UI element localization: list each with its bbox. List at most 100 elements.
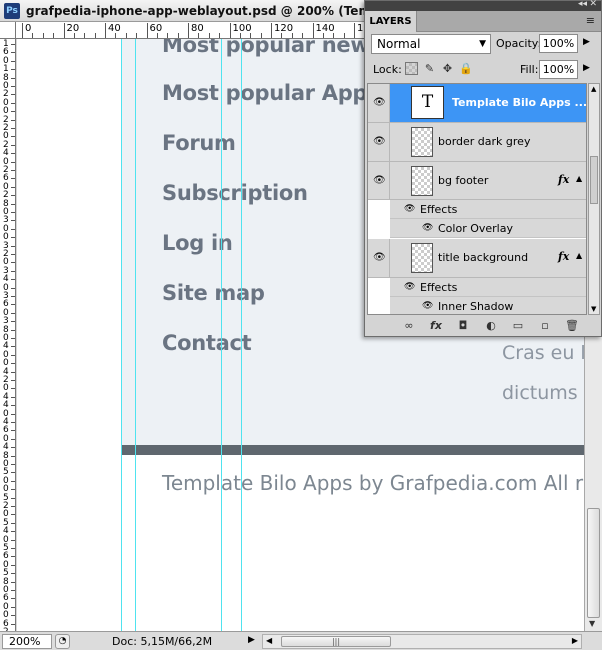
zoom-preview-icon[interactable]: ◔: [55, 634, 70, 649]
layer-effects-icon[interactable]: fx: [558, 250, 569, 263]
eye-icon[interactable]: 👁: [373, 136, 386, 147]
ruler-minor-tick: [11, 472, 15, 474]
layers-scroll-thumb[interactable]: [590, 156, 598, 204]
ruler-minor-tick: [11, 564, 15, 566]
status-menu-arrow-icon[interactable]: ▶: [248, 635, 255, 645]
zoom-level-field[interactable]: 200%: [2, 634, 52, 649]
ruler-minor-tick: [11, 270, 15, 272]
ruler-major-tick: [22, 23, 23, 38]
ruler-minor-tick: [11, 212, 15, 213]
layers-scrollbar[interactable]: ▲ ▼: [588, 83, 600, 315]
layer-row-title-background[interactable]: 👁 title background fx ▲: [368, 239, 586, 278]
fill-input[interactable]: 100%: [539, 60, 578, 79]
scroll-up-arrow-icon[interactable]: ▲: [591, 85, 596, 93]
fill-slider-arrow-icon[interactable]: ▶: [583, 63, 590, 73]
ruler-minor-tick: [11, 396, 15, 398]
new-adjustment-layer-icon[interactable]: ◐: [483, 319, 499, 333]
chevron-up-icon[interactable]: ▲: [576, 251, 582, 260]
ruler-major-tick: [312, 23, 314, 38]
ruler-major-tick: [229, 23, 231, 38]
eye-icon[interactable]: 👁: [373, 97, 386, 108]
scroll-left-arrow-icon[interactable]: ◀: [266, 636, 272, 645]
guide-line[interactable]: [221, 39, 222, 631]
layers-list[interactable]: 👁 T Template Bilo Apps ... 👁 border dark…: [367, 83, 587, 315]
effect-name: Inner Shadow: [438, 300, 514, 313]
ruler-minor-tick: [11, 363, 15, 365]
ruler-minor-tick: [11, 170, 15, 171]
eye-icon[interactable]: 👁: [422, 301, 433, 311]
guide-line[interactable]: [121, 39, 122, 631]
lock-position-icon[interactable]: ✥: [441, 62, 454, 75]
layers-panel: ◂◂ ✕ LAYERS ≡ Normal ▼ Opacity: 100% ▶ L…: [364, 0, 602, 337]
ruler-minor-tick: [11, 195, 15, 197]
lock-image-pixels-icon[interactable]: ✎: [423, 62, 436, 75]
ruler-minor-tick: [11, 69, 15, 71]
opacity-input[interactable]: 100%: [539, 34, 578, 53]
ruler-label: 140: [315, 23, 335, 34]
effect-row-inner-shadow[interactable]: 👁 Inner Shadow: [390, 297, 586, 314]
close-panel-icon[interactable]: ✕: [589, 0, 597, 9]
eye-icon[interactable]: 👁: [373, 175, 386, 186]
ruler-minor-tick: [11, 153, 15, 155]
collapse-panel-icon[interactable]: ◂◂: [578, 0, 587, 9]
scroll-down-arrow-icon[interactable]: ▼: [591, 305, 596, 313]
blend-mode-select[interactable]: Normal ▼: [371, 34, 491, 54]
layer-row-bg-footer[interactable]: 👁 bg footer fx ▲: [368, 162, 586, 200]
scroll-down-arrow-icon[interactable]: ▼: [589, 619, 595, 628]
guide-line[interactable]: [241, 39, 242, 631]
layer-effects-icon[interactable]: fx: [558, 173, 569, 186]
layer-row-template-bilo-apps[interactable]: 👁 T Template Bilo Apps ...: [368, 84, 586, 123]
ruler-corner[interactable]: [0, 22, 16, 39]
new-group-icon[interactable]: ▭: [510, 319, 526, 333]
ruler-minor-tick: [11, 136, 15, 138]
layer-name[interactable]: bg footer: [438, 174, 488, 187]
ruler-minor-tick: [11, 44, 15, 45]
document-size-info[interactable]: Doc: 5,15M/66,2M: [112, 635, 212, 648]
ruler-minor-tick: [11, 304, 15, 306]
vertical-scroll-thumb[interactable]: [587, 508, 600, 618]
lock-label: Lock:: [373, 63, 402, 76]
new-layer-icon[interactable]: ▫: [537, 319, 553, 333]
chevron-up-icon[interactable]: ▲: [576, 174, 582, 183]
eye-icon[interactable]: 👁: [373, 252, 386, 263]
layer-name[interactable]: title background: [438, 251, 528, 264]
ruler-label: 40: [108, 23, 121, 34]
effects-row[interactable]: 👁 Effects: [390, 278, 586, 297]
add-mask-icon[interactable]: ◘: [455, 319, 471, 333]
lock-all-icon[interactable]: 🔒: [459, 62, 473, 75]
visibility-cell: 👁: [368, 239, 390, 277]
tab-layers[interactable]: LAYERS: [365, 11, 417, 32]
delete-layer-icon[interactable]: 🗑: [564, 319, 580, 333]
opacity-slider-arrow-icon[interactable]: ▶: [583, 37, 590, 47]
link-layers-icon[interactable]: ∞: [401, 319, 417, 333]
ruler-minor-tick: [11, 590, 15, 591]
lock-transparency-icon[interactable]: [405, 62, 418, 75]
horizontal-scrollbar[interactable]: ◀ ||| ▶: [262, 634, 582, 649]
scroll-right-arrow-icon[interactable]: ▶: [572, 636, 578, 645]
eye-icon[interactable]: 👁: [422, 223, 433, 233]
guide-line[interactable]: [135, 39, 136, 631]
effect-row-color-overlay[interactable]: 👁 Color Overlay: [390, 219, 586, 238]
layer-name[interactable]: Template Bilo Apps ...: [452, 96, 586, 109]
ruler-minor-tick: [11, 312, 15, 314]
layer-row-border-dark-grey[interactable]: 👁 border dark grey: [368, 123, 586, 162]
eye-icon[interactable]: 👁: [404, 204, 415, 214]
vertical-ruler[interactable]: 1601802002202402602803003203403603804004…: [0, 39, 16, 631]
effects-row[interactable]: 👁 Effects: [390, 200, 586, 219]
panel-menu-icon[interactable]: ≡: [586, 14, 595, 27]
ruler-minor-tick: [11, 144, 15, 146]
add-layer-style-icon[interactable]: fx: [428, 319, 444, 333]
ruler-major-tick: [146, 23, 148, 38]
nav-item-sitemap: Site map: [162, 281, 265, 305]
ruler-minor-tick: [11, 539, 15, 541]
ruler-minor-tick: [11, 573, 15, 575]
panel-drag-bar[interactable]: ◂◂ ✕: [365, 0, 601, 11]
layer-thumbnail: [411, 127, 433, 157]
ruler-minor-tick: [11, 497, 15, 499]
horizontal-scroll-thumb[interactable]: |||: [281, 636, 391, 647]
ruler-label: 0: [25, 23, 32, 34]
chevron-down-icon: ▼: [479, 39, 486, 49]
layer-name[interactable]: border dark grey: [438, 135, 530, 148]
visibility-cell: 👁: [368, 123, 390, 161]
eye-icon[interactable]: 👁: [404, 282, 415, 292]
